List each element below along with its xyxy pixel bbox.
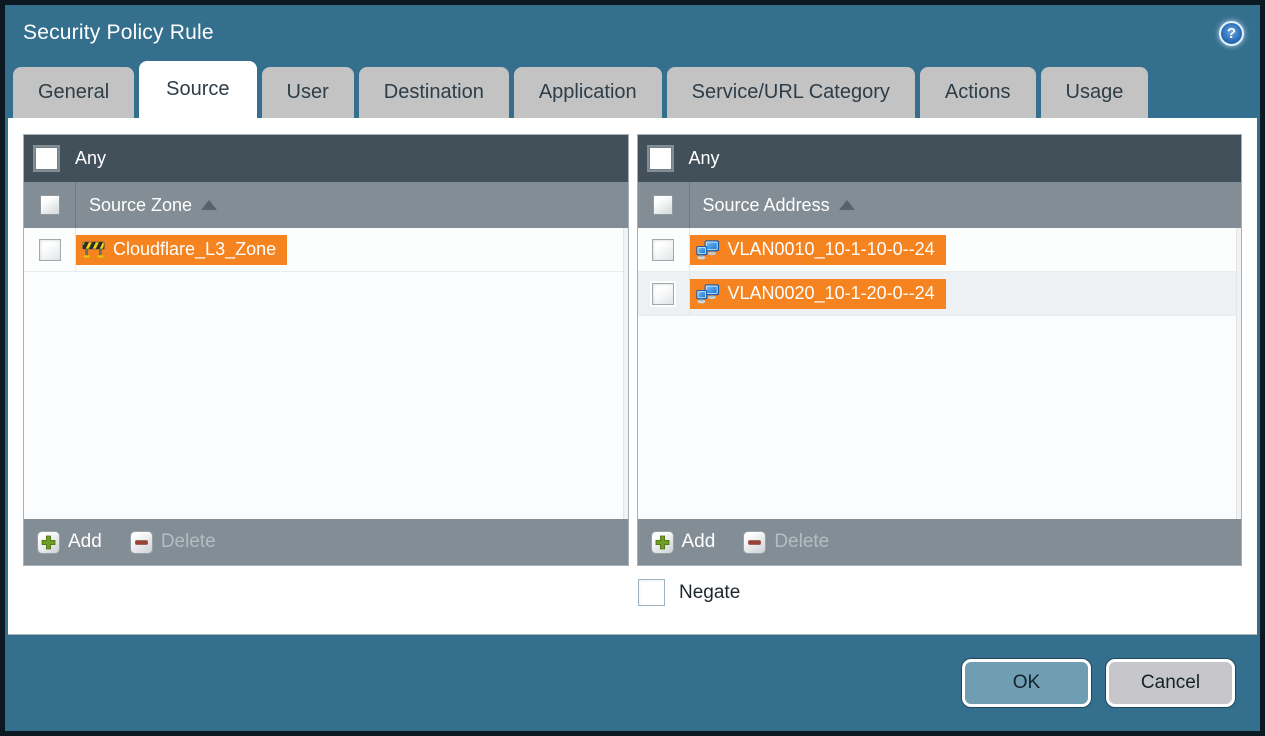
tab-content: Any Source Zone Cloudflare_L3_Zone Add D… — [8, 118, 1257, 635]
source-zone-any-checkbox[interactable] — [35, 147, 58, 170]
source-address-list: VLAN0010_10-1-10-0--24 VLAN0020_10-1-20-… — [637, 228, 1241, 519]
address-row-label: VLAN0010_10-1-10-0--24 — [727, 239, 935, 259]
negate-checkbox[interactable] — [638, 579, 665, 606]
tab-bar: General Source User Destination Applicat… — [5, 61, 1260, 118]
row-checkbox[interactable] — [652, 282, 674, 305]
source-zone-select-all-checkbox[interactable] — [39, 195, 60, 215]
tab-service-url-category[interactable]: Service/URL Category — [666, 67, 915, 118]
source-zone-list: Cloudflare_L3_Zone — [24, 228, 628, 519]
delete-button[interactable]: Delete — [743, 530, 830, 554]
source-address-any-bar: Any — [637, 135, 1241, 182]
source-zone-any-label: Any — [75, 148, 107, 168]
source-address-header-label: Source Address — [702, 194, 830, 215]
dialog-action-bar: OK Cancel — [5, 635, 1260, 731]
negate-row: Negate — [23, 579, 1242, 606]
source-address-header-label-wrap[interactable]: Source Address — [690, 195, 855, 216]
add-label: Add — [681, 531, 716, 552]
row-checkbox[interactable] — [38, 238, 61, 261]
source-zone-header-label-wrap[interactable]: Source Zone — [76, 194, 218, 216]
negate-label: Negate — [679, 581, 741, 603]
source-panels: Any Source Zone Cloudflare_L3_Zone Add D… — [23, 134, 1242, 566]
source-zone-header-label: Source Zone — [89, 194, 193, 215]
source-address-panel: Any Source Address VLAN0010_10-1-10-0--2… — [636, 134, 1242, 566]
tab-actions[interactable]: Actions — [919, 67, 1036, 118]
row-checkbox-cell — [638, 228, 690, 271]
security-policy-rule-dialog: Security Policy Rule ? General Source Us… — [0, 0, 1265, 736]
zone-icon — [82, 240, 105, 259]
delete-button[interactable]: Delete — [129, 530, 216, 554]
source-zone-panel: Any Source Zone Cloudflare_L3_Zone Add D… — [23, 134, 629, 566]
network-icon — [695, 283, 720, 304]
zone-value-chip[interactable]: Cloudflare_L3_Zone — [76, 234, 288, 265]
source-zone-any-bar: Any — [24, 135, 628, 182]
tab-destination[interactable]: Destination — [358, 67, 509, 118]
add-button[interactable]: Add — [37, 530, 102, 554]
tab-user[interactable]: User — [261, 67, 354, 118]
delete-label: Delete — [160, 531, 216, 552]
row-checkbox-cell — [24, 228, 76, 271]
select-all-cell — [24, 182, 76, 228]
add-label: Add — [68, 531, 102, 552]
add-button[interactable]: Add — [650, 530, 716, 554]
dialog-titlebar: Security Policy Rule ? — [5, 5, 1260, 61]
source-address-select-all-checkbox[interactable] — [653, 195, 673, 215]
select-all-cell — [638, 182, 690, 228]
address-row-label: VLAN0020_10-1-20-0--24 — [727, 283, 935, 303]
row-checkbox-cell — [638, 272, 690, 315]
zone-row-label: Cloudflare_L3_Zone — [113, 239, 277, 259]
negate-cell: Negate — [635, 579, 1242, 606]
source-address-column-header: Source Address — [637, 182, 1241, 228]
address-value-chip[interactable]: VLAN0020_10-1-20-0--24 — [689, 278, 946, 309]
table-row[interactable]: VLAN0020_10-1-20-0--24 — [637, 272, 1241, 316]
row-checkbox[interactable] — [652, 238, 674, 261]
minus-icon — [743, 530, 767, 554]
sort-ascending-icon — [201, 200, 218, 210]
scrollbar-track[interactable] — [1236, 228, 1241, 519]
delete-label: Delete — [774, 531, 830, 552]
source-address-any-checkbox[interactable] — [648, 147, 672, 170]
ok-button[interactable]: OK — [962, 659, 1091, 707]
source-zone-column-header: Source Zone — [24, 182, 628, 228]
table-row[interactable]: VLAN0010_10-1-10-0--24 — [637, 228, 1241, 272]
plus-icon — [650, 530, 674, 554]
cancel-button[interactable]: Cancel — [1106, 659, 1235, 707]
source-address-footer: Add Delete — [637, 519, 1241, 565]
tab-usage[interactable]: Usage — [1040, 67, 1149, 118]
table-row[interactable]: Cloudflare_L3_Zone — [24, 228, 628, 272]
plus-icon — [37, 530, 60, 554]
dialog-title: Security Policy Rule — [23, 21, 214, 44]
source-address-any-label: Any — [688, 148, 720, 168]
source-zone-footer: Add Delete — [24, 519, 628, 565]
tab-application[interactable]: Application — [513, 67, 662, 118]
minus-icon — [129, 530, 153, 554]
address-value-chip[interactable]: VLAN0010_10-1-10-0--24 — [689, 234, 946, 265]
sort-ascending-icon — [838, 200, 855, 210]
network-icon — [695, 239, 720, 260]
scrollbar-track[interactable] — [622, 228, 628, 519]
help-icon[interactable]: ? — [1219, 20, 1244, 46]
tab-general[interactable]: General — [13, 67, 135, 118]
tab-source[interactable]: Source — [139, 61, 257, 118]
